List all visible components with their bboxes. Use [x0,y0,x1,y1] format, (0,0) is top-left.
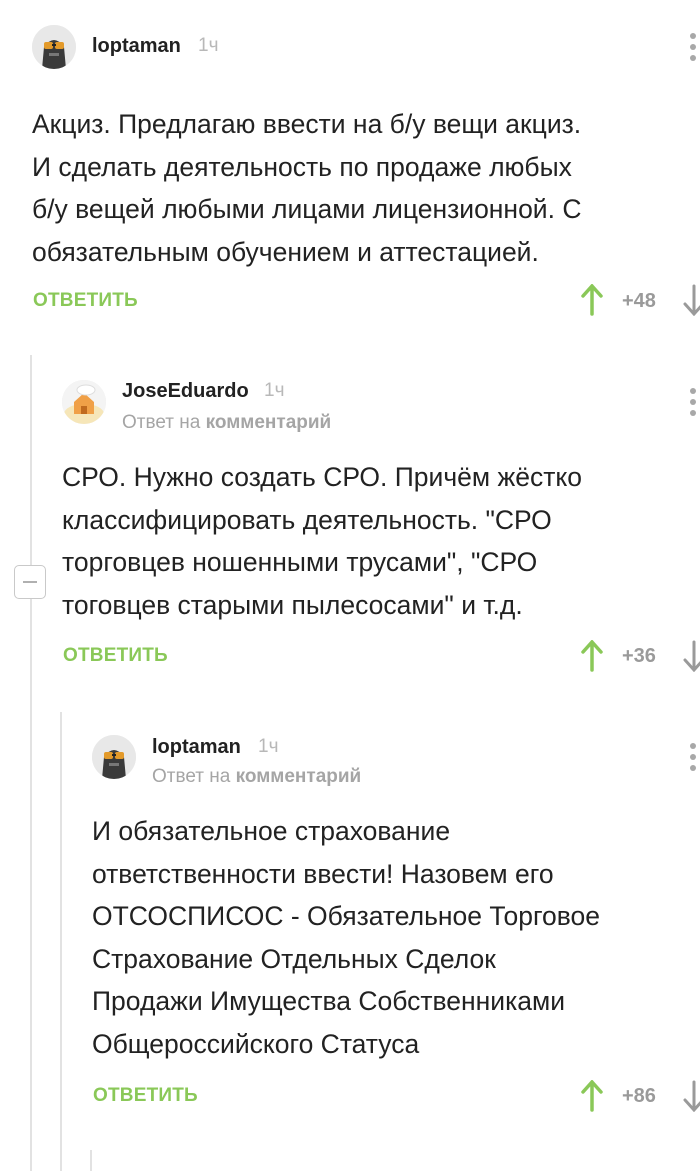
upvote-arrow-icon[interactable] [580,1080,604,1112]
avatar[interactable] [32,25,76,69]
reply-button[interactable]: ОТВЕТИТЬ [33,290,138,312]
reply-button[interactable]: ОТВЕТИТЬ [93,1085,198,1107]
upvote-arrow-icon[interactable] [580,640,604,672]
more-vertical-icon[interactable] [689,387,697,417]
robot-sunglasses-avatar-icon [92,735,136,779]
avatar[interactable] [62,380,106,424]
comment-rating: +86 [622,1085,656,1107]
reply-to-prefix: Ответ на [152,766,231,787]
reply-to-link[interactable]: комментарий [236,766,362,787]
thread-line-level-3 [90,1150,92,1171]
robot-sunglasses-avatar-icon [32,25,76,69]
downvote-arrow-icon[interactable] [682,640,700,672]
comment-text: И обязательное страхование ответственнос… [92,816,601,1059]
reply-to-prefix: Ответ на [122,412,201,433]
reply-to-line: Ответ на комментарий [122,412,331,434]
reply-to-link[interactable]: комментарий [206,412,332,433]
comment-time: 1ч [198,35,219,56]
thread-line-level-1 [30,355,32,1171]
more-vertical-icon[interactable] [689,742,697,772]
comment-rating: +36 [622,645,656,667]
comment-text: СРО. Нужно создать СРО. Причём жёстко кл… [62,462,582,620]
comment-text: Акциз. Предлагаю ввести на б/у вещи акци… [32,109,582,267]
comment-rating: +48 [622,290,656,312]
upvote-arrow-icon[interactable] [580,284,604,316]
reply-button[interactable]: ОТВЕТИТЬ [63,645,168,667]
reply-to-line: Ответ на комментарий [152,766,361,788]
comment-author[interactable]: loptaman [92,35,181,58]
collapse-thread-button[interactable] [14,565,46,599]
comment-author[interactable]: loptaman [152,736,241,759]
cartoon-house-avatar-icon [62,380,106,424]
thread-line-level-2 [60,712,62,1171]
comment-time: 1ч [258,736,279,757]
downvote-arrow-icon[interactable] [682,1080,700,1112]
comment-author[interactable]: JoseEduardo [122,380,249,403]
avatar[interactable] [92,735,136,779]
comment-time: 1ч [264,380,285,401]
more-vertical-icon[interactable] [689,32,697,62]
downvote-arrow-icon[interactable] [682,284,700,316]
